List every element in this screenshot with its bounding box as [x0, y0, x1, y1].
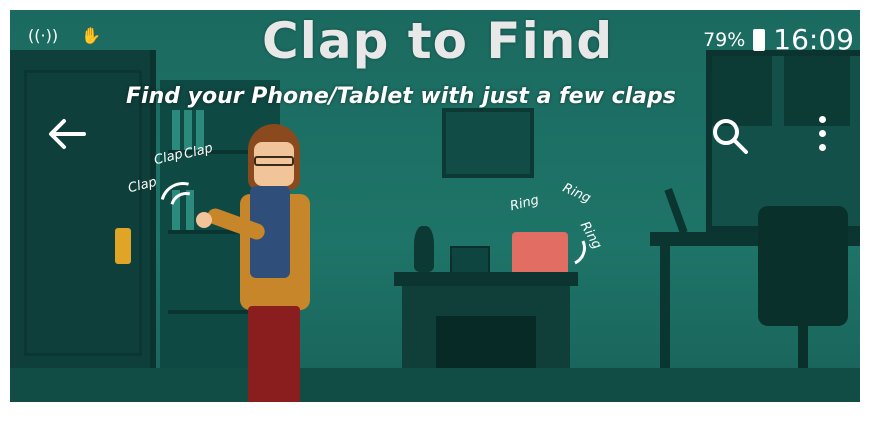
status-right: 79% 16:09 — [703, 23, 854, 56]
clock: 16:09 — [773, 23, 854, 56]
more-vertical-icon — [816, 116, 828, 151]
wall-picture — [442, 108, 534, 178]
desk-leg — [660, 246, 670, 376]
app-subtitle: Find your Phone/Tablet with just a few c… — [126, 84, 676, 109]
arrow-left-icon — [49, 119, 86, 149]
floor — [10, 368, 860, 402]
search-button[interactable] — [710, 116, 750, 156]
battery-icon — [753, 28, 766, 51]
door-hanger — [115, 228, 131, 264]
clapping-person — [196, 120, 340, 402]
hand-icon: ✋ — [81, 26, 102, 45]
wifi-hotspot-icon: ((·)) — [28, 26, 59, 45]
app-title: Clap to Find — [262, 12, 614, 70]
search-icon — [713, 119, 748, 154]
office-chair — [758, 206, 848, 326]
plant — [414, 226, 434, 272]
battery-percent: 79% — [703, 28, 746, 51]
back-button[interactable] — [46, 116, 88, 152]
more-options-button[interactable] — [816, 116, 828, 160]
status-left: ((·)) ✋ — [28, 26, 101, 45]
